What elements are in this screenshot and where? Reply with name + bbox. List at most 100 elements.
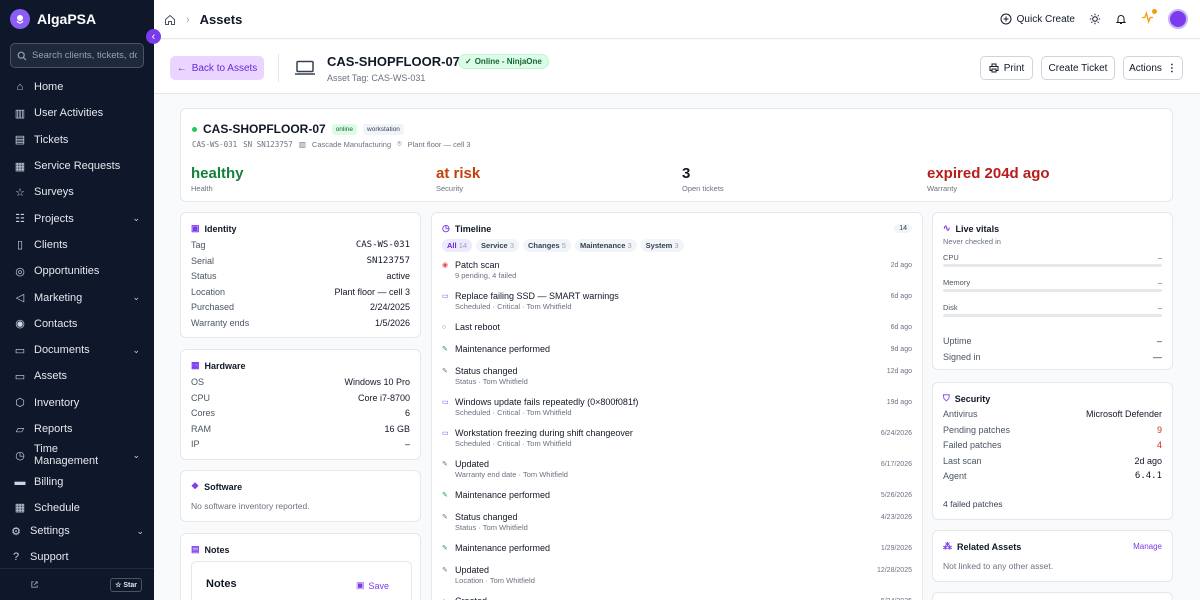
arrow-left-icon: ← xyxy=(176,62,187,74)
sidebar-item-inventory[interactable]: ⬡ Inventory xyxy=(0,390,154,416)
kv-value: 16 GB xyxy=(384,423,410,434)
manage-related-button[interactable]: Manage xyxy=(1133,542,1162,551)
sidebar-item-documents[interactable]: ▭ Documents ⌄ xyxy=(0,337,154,363)
print-button[interactable]: Print xyxy=(980,56,1033,80)
filter-changes[interactable]: Changes 5 xyxy=(523,239,571,252)
stat-value: at risk xyxy=(436,165,481,182)
timeline-item-title: Status changed xyxy=(455,366,518,376)
bell-icon[interactable] xyxy=(1115,13,1127,25)
sidebar-item-reports[interactable]: ▱ Reports xyxy=(0,416,154,442)
filter-label: All xyxy=(447,241,457,250)
kv-value: – xyxy=(404,439,410,450)
timeline-item[interactable]: ✎ Updated Warranty end date · Tom Whitfiel… xyxy=(442,459,912,483)
external-link-icon[interactable] xyxy=(30,580,39,589)
timeline-item[interactable]: ◉ Patch scan 9 pending, 4 failed 2d ago xyxy=(442,260,912,284)
chevron-down-icon: ⌄ xyxy=(132,449,140,460)
summary-client[interactable]: Cascade Manufacturing xyxy=(312,140,391,149)
sidebar-item-assets[interactable]: ▭ Assets xyxy=(0,363,154,389)
brand[interactable]: AlgaPSA xyxy=(10,9,96,29)
sidebar-search[interactable] xyxy=(10,43,144,68)
timeline-item[interactable]: ▭ Windows update fails repeatedly (0×800f… xyxy=(442,397,912,421)
sidebar-item-support[interactable]: ? Support xyxy=(0,544,154,570)
chip-icon: ▦ xyxy=(191,360,200,370)
kv-row: Purchased 2/24/2025 xyxy=(191,302,410,312)
summary-tag-code: CAS-WS-031 xyxy=(192,139,238,149)
kv-value: – xyxy=(1156,336,1162,346)
timeline-item[interactable]: ○ Last reboot 6d ago xyxy=(442,322,912,346)
filter-service[interactable]: Service 3 xyxy=(476,239,519,252)
sidebar-search-input[interactable] xyxy=(32,50,137,61)
timeline-item[interactable]: ✎ Updated Location · Tom Whitfield 12/28/20… xyxy=(442,565,912,589)
github-star-button[interactable]: ☆ Star xyxy=(110,577,142,592)
collapse-sidebar-button[interactable]: ‹ xyxy=(146,29,161,44)
pencil-icon: ✎ xyxy=(442,514,448,521)
avatar[interactable] xyxy=(1168,9,1188,29)
home-icon[interactable] xyxy=(164,14,176,26)
sidebar-item-label: Opportunities xyxy=(34,265,100,278)
package-icon: ❖ xyxy=(191,481,200,491)
sidebar-item-time-management[interactable]: ◷ Time Management ⌄ xyxy=(0,442,154,468)
timeline-item[interactable]: ▭ Workstation freezing during shift chang… xyxy=(442,428,912,452)
timeline-item[interactable]: ✎ Maintenance performed 9d ago xyxy=(442,344,912,368)
kv-row: Serial SN123757 xyxy=(191,256,410,266)
timeline-item-title: Maintenance performed xyxy=(455,490,551,500)
filter-maintenance[interactable]: Maintenance 3 xyxy=(574,239,637,252)
next-card xyxy=(932,592,1173,600)
security-title: Security xyxy=(954,393,991,404)
create-ticket-button[interactable]: Create Ticket xyxy=(1041,56,1115,80)
filter-all[interactable]: All 14 xyxy=(442,239,473,252)
stat-security: at risk Security xyxy=(436,165,480,193)
online-dot-icon xyxy=(192,126,197,132)
timeline-item[interactable]: +Created5/24/2025 xyxy=(442,596,912,600)
sidebar-item-label: Schedule xyxy=(34,501,80,514)
sidebar-item-home[interactable]: ⌂ Home xyxy=(0,74,154,100)
sidebar-item-billing[interactable]: ▬ Billing xyxy=(0,468,154,494)
sidebar-item-tickets[interactable]: ▤ Tickets xyxy=(0,127,154,153)
sidebar-item-contacts[interactable]: ◉ Contacts xyxy=(0,311,154,337)
sidebar-item-settings[interactable]: ⚙ Settings ⌄ xyxy=(0,518,154,544)
kv-key: Tag xyxy=(191,240,206,250)
timeline-item[interactable]: ✎ Maintenance performed 1/29/2026 xyxy=(442,543,912,567)
timeline-header: ◷ Timeline xyxy=(442,223,491,234)
sidebar-item-label: Projects xyxy=(34,212,74,225)
sidebar-item-label: Reports xyxy=(34,423,73,435)
timeline-item-title: Workstation freezing during shift change… xyxy=(455,428,633,438)
timeline-item[interactable]: ✎ Status changed Status · Tom Whitfield 4/2… xyxy=(442,512,912,536)
hardware-header: ▦ Hardware xyxy=(191,360,246,371)
timeline-item[interactable]: ▭ Replace failing SSD — SMART warnings Sch… xyxy=(442,291,912,315)
ticket-icon: ▭ xyxy=(442,399,449,406)
chevron-right-icon: › xyxy=(186,13,190,26)
sidebar-item-user-activities[interactable]: ▥ User Activities xyxy=(0,100,154,126)
timeline-item-title: Updated xyxy=(455,459,490,469)
timeline-item-subtitle: Scheduled · Critical · Tom Whitfield xyxy=(455,439,572,448)
sidebar-item-label: Service Requests xyxy=(34,160,121,173)
actions-button[interactable]: Actions ⋮ xyxy=(1123,56,1183,80)
notes-save-button[interactable]: ▣ Save xyxy=(356,580,389,591)
timeline-item-time: 4/23/2026 xyxy=(880,514,912,521)
sidebar-item-projects[interactable]: ☷ Projects ⌄ xyxy=(0,205,154,231)
chevron-down-icon: ⌄ xyxy=(132,213,140,224)
timeline-item-time: 12/28/2025 xyxy=(876,567,912,574)
sidebar-item-service-requests[interactable]: ▦ Service Requests xyxy=(0,153,154,179)
kv-key: Uptime xyxy=(943,336,972,346)
filter-system[interactable]: System 3 xyxy=(640,239,684,252)
timeline-item-time: 9d ago xyxy=(890,346,912,353)
back-to-assets-button[interactable]: ← Back to Assets xyxy=(170,56,264,80)
sidebar-item-surveys[interactable]: ☆ Surveys xyxy=(0,179,154,205)
kv-value: 2/24/2025 xyxy=(369,302,410,313)
notes-editor[interactable]: Notes ▣ Save xyxy=(191,561,412,600)
kv-row: Location Plant floor — cell 3 xyxy=(191,287,410,297)
sidebar-item-marketing[interactable]: ◁ Marketing ⌄ xyxy=(0,284,154,310)
theme-toggle-icon[interactable] xyxy=(1089,13,1101,25)
kv-value: 1/5/2026 xyxy=(374,318,410,328)
hardware-card: ▦ Hardware OS Windows 10 Pro CPU Core i7-87… xyxy=(180,349,421,460)
timeline-item[interactable]: ✎ Status changed Status · Tom Whitfield 12d… xyxy=(442,366,912,390)
quick-create-button[interactable]: Quick Create xyxy=(1000,13,1075,25)
activity-button[interactable] xyxy=(1141,9,1157,27)
timeline-item[interactable]: ✎ Maintenance performed 5/26/2026 xyxy=(442,490,912,514)
software-empty: No software inventory reported. xyxy=(191,501,310,511)
sidebar-item-clients[interactable]: ▯ Clients xyxy=(0,232,154,258)
filter-label: Service xyxy=(481,241,508,250)
filter-label: Maintenance xyxy=(579,241,626,250)
sidebar-item-opportunities[interactable]: ◎ Opportunities xyxy=(0,258,154,284)
